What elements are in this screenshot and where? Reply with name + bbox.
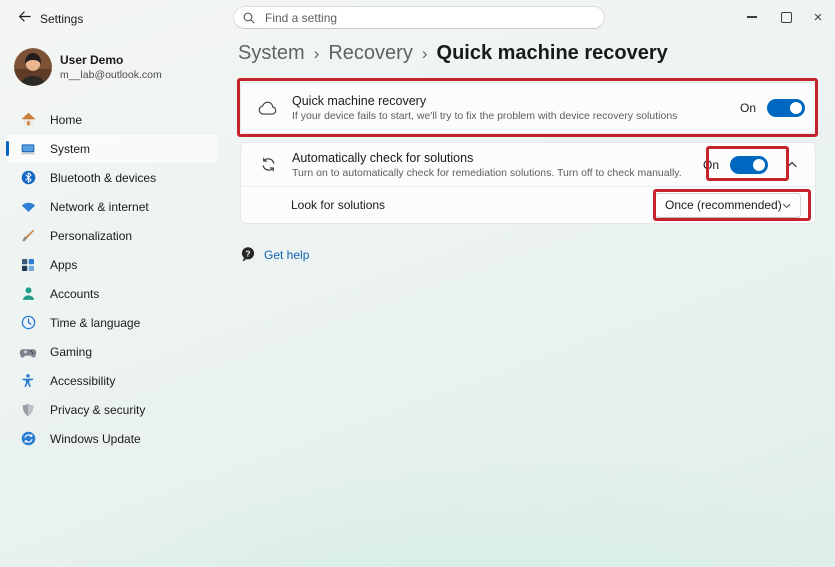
- quick-recovery-title: Quick machine recovery: [292, 94, 427, 108]
- time-language-icon: [19, 314, 37, 332]
- sidebar-item-label: Privacy & security: [50, 402, 146, 417]
- auto-check-title: Automatically check for solutions: [292, 150, 474, 165]
- avatar[interactable]: [14, 48, 52, 86]
- sidebar-item-label: Bluetooth & devices: [50, 170, 157, 185]
- look-for-solutions-label: Look for solutions: [291, 198, 386, 212]
- quick-recovery-subtitle: If your device fails to start, we'll try…: [292, 110, 678, 122]
- quick-recovery-toggle-state: On: [739, 101, 756, 115]
- privacy-security-icon: [19, 401, 37, 419]
- sidebar-item-bluetooth-devices[interactable]: Bluetooth & devices: [6, 163, 218, 192]
- look-for-solutions-dropdown[interactable]: Once (recommended): [655, 192, 801, 218]
- sidebar-item-label: Windows Update: [50, 431, 141, 446]
- chevron-up-icon: [787, 161, 797, 167]
- sidebar-item-label: Accessibility: [50, 373, 116, 388]
- back-arrow-icon: [17, 9, 32, 29]
- breadcrumb-separator-icon: ›: [421, 44, 428, 63]
- apps-icon: [19, 256, 37, 274]
- page-title: Quick machine recovery: [436, 42, 668, 64]
- toggle-knob: [790, 102, 802, 114]
- app-title: Settings: [40, 12, 84, 26]
- sidebar-item-system[interactable]: System: [6, 134, 218, 163]
- chevron-down-icon: [782, 203, 790, 208]
- maximize-button[interactable]: [773, 6, 799, 28]
- minimize-icon: [747, 16, 757, 18]
- dropdown-selected-value: Once (recommended): [665, 198, 782, 212]
- bluetooth-icon: [19, 169, 37, 187]
- network-icon: [19, 198, 37, 216]
- look-for-solutions-row: Look for solutions Once (recommended): [241, 187, 815, 223]
- gaming-icon: [19, 343, 37, 361]
- sidebar-item-label: Apps: [50, 257, 78, 272]
- auto-check-card: Automatically check for solutions Turn o…: [240, 142, 816, 224]
- accessibility-icon: [19, 372, 37, 390]
- auto-check-subtitle: Turn on to automatically check for remed…: [292, 166, 682, 179]
- accounts-icon: [19, 285, 37, 303]
- sidebar-item-personalization[interactable]: Personalization: [6, 221, 218, 250]
- breadcrumb: System › Recovery › Quick machine recove…: [238, 42, 668, 65]
- sidebar-item-windows-update[interactable]: Windows Update: [6, 424, 218, 453]
- sidebar-item-time-language[interactable]: Time & language: [6, 308, 218, 337]
- search-icon: [242, 11, 256, 25]
- svg-text:?: ?: [245, 248, 250, 258]
- back-button[interactable]: [14, 9, 34, 29]
- windows-update-icon: [19, 430, 37, 448]
- cloud-icon: [256, 96, 280, 120]
- sidebar-item-label: System: [50, 141, 91, 156]
- sidebar-item-gaming[interactable]: Gaming: [6, 337, 218, 366]
- quick-machine-recovery-card: Quick machine recovery If your device fa…: [240, 82, 816, 134]
- toggle-knob: [753, 158, 765, 171]
- collapse-button[interactable]: [781, 154, 803, 176]
- sidebar-item-label: Home: [50, 112, 83, 127]
- minimize-button[interactable]: [739, 6, 765, 28]
- search-input[interactable]: [263, 9, 596, 26]
- breadcrumb-separator-icon: ›: [313, 44, 320, 63]
- sync-icon: [256, 153, 280, 177]
- auto-check-toggle[interactable]: [730, 155, 768, 174]
- quick-recovery-toggle[interactable]: [767, 99, 805, 117]
- close-icon: ×: [813, 8, 823, 26]
- search-box[interactable]: [233, 6, 605, 29]
- sidebar-item-label: Personalization: [50, 228, 133, 243]
- sidebar-item-label: Time & language: [50, 315, 141, 330]
- sidebar-item-label: Gaming: [50, 344, 93, 359]
- sidebar-item-home[interactable]: Home: [6, 105, 218, 134]
- profile-email: m__lab@outlook.com: [60, 69, 162, 81]
- sidebar-item-label: Accounts: [50, 286, 100, 301]
- sidebar-item-apps[interactable]: Apps: [6, 250, 218, 279]
- auto-check-row: Automatically check for solutions Turn o…: [241, 143, 815, 187]
- get-help-icon: ?: [240, 246, 256, 263]
- sidebar-item-accounts[interactable]: Accounts: [6, 279, 218, 308]
- personalization-icon: [19, 227, 37, 245]
- close-button[interactable]: ×: [805, 6, 831, 28]
- profile-name: User Demo: [60, 53, 124, 67]
- maximize-icon: [780, 11, 792, 23]
- sidebar-item-label: Network & internet: [50, 199, 149, 214]
- auto-check-toggle-state: On: [702, 157, 719, 172]
- sidebar-nav: Home System Bluetooth & devices Network …: [6, 105, 218, 453]
- system-icon: [19, 140, 37, 158]
- settings-window: Settings × User Demo m__lab@outlook.com …: [0, 0, 835, 567]
- get-help-link[interactable]: Get help: [264, 248, 309, 262]
- breadcrumb-system[interactable]: System: [238, 42, 305, 65]
- sidebar-item-accessibility[interactable]: Accessibility: [6, 366, 218, 395]
- home-icon: [19, 111, 37, 129]
- sidebar-item-network-internet[interactable]: Network & internet: [6, 192, 218, 221]
- breadcrumb-recovery[interactable]: Recovery: [328, 42, 412, 65]
- sidebar-item-privacy-security[interactable]: Privacy & security: [6, 395, 218, 424]
- get-help-row: ? Get help: [240, 246, 309, 263]
